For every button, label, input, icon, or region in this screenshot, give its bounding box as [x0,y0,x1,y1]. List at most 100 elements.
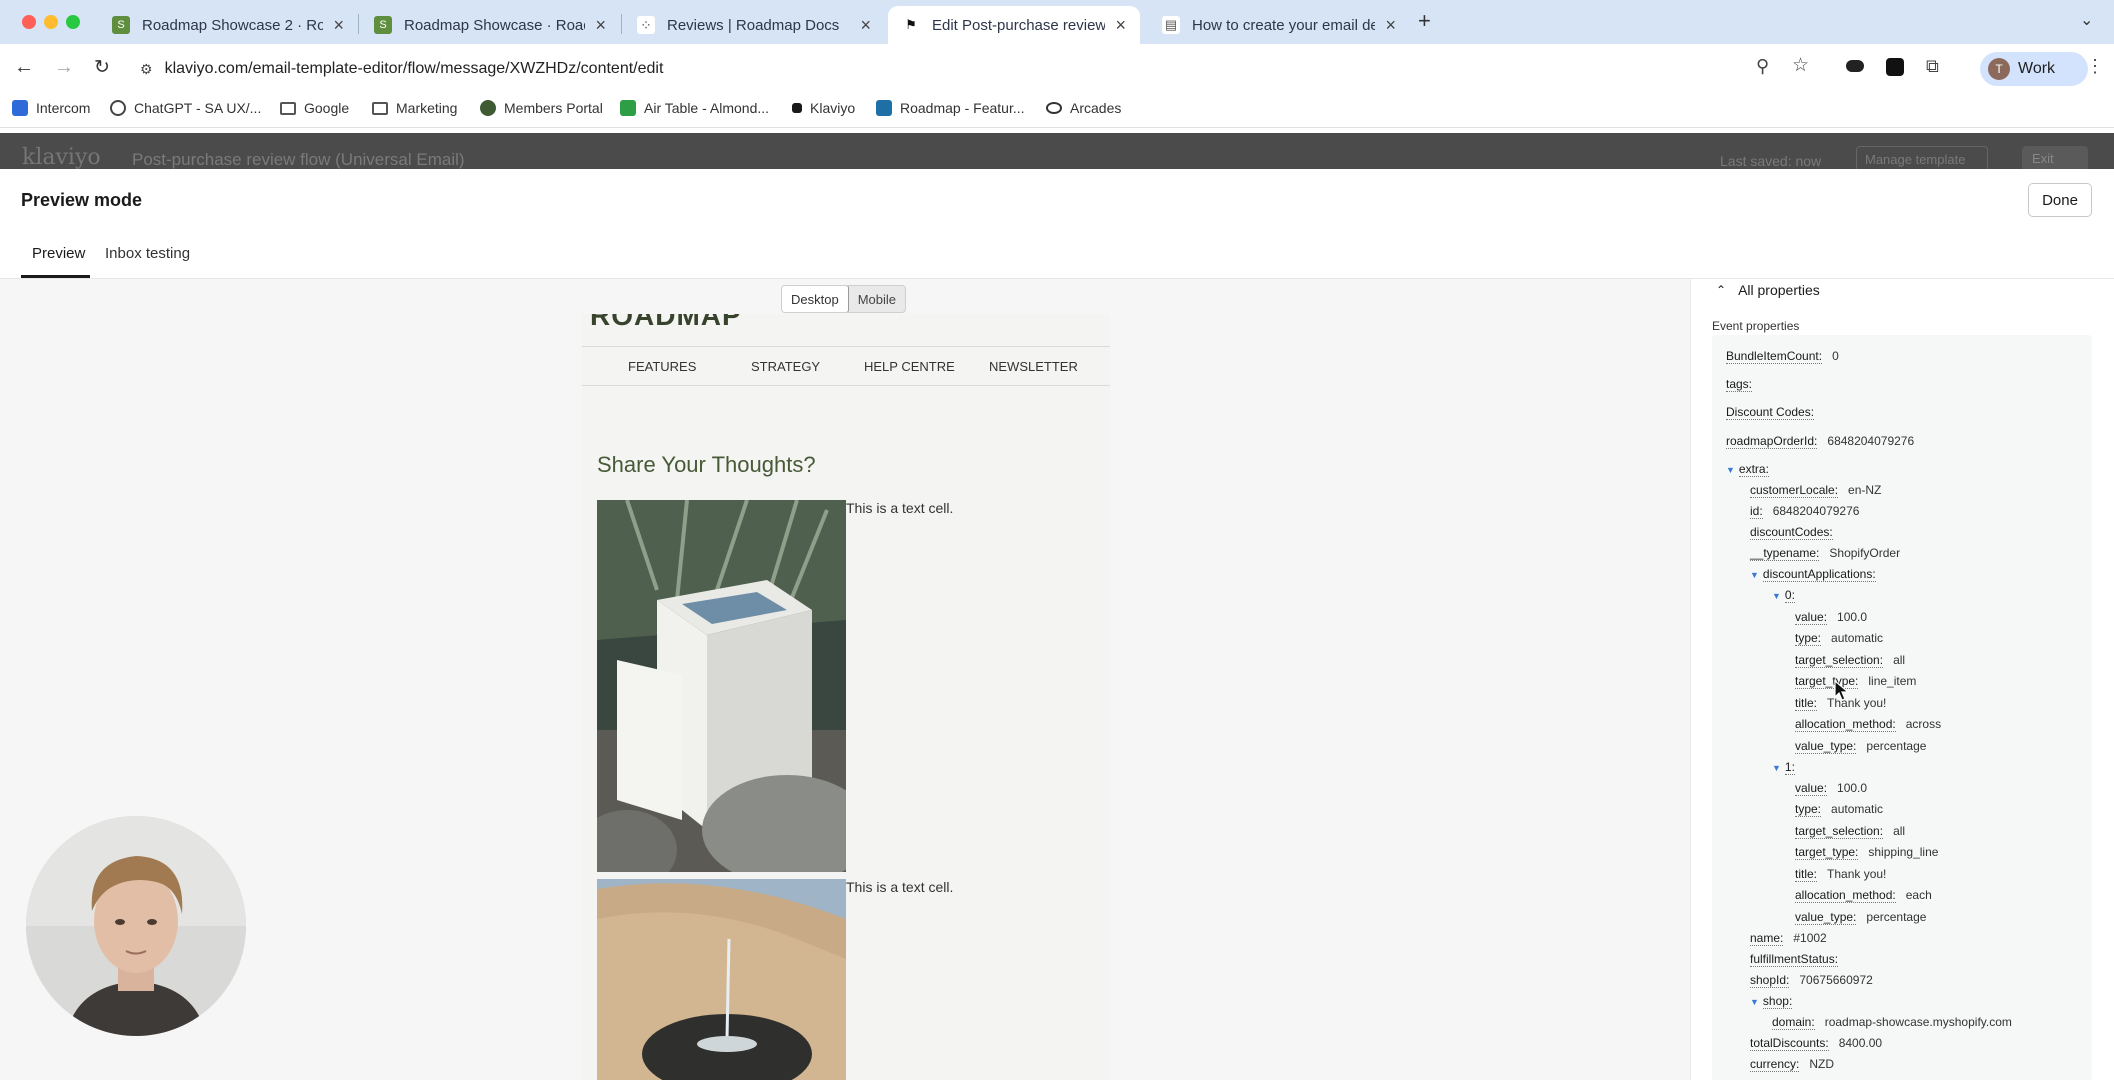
bookmark-label: Intercom [36,100,91,116]
browser-tab-strip: S Roadmap Showcase 2 · Road × S Roadmap … [0,0,2114,44]
airtable-icon [620,100,636,116]
property-value: automatic [1831,631,1884,645]
browser-tab[interactable]: S Roadmap Showcase · Roadm × [360,6,620,44]
new-tab-button[interactable]: + [1418,8,1431,34]
close-tab-icon[interactable]: × [595,15,606,36]
property-group[interactable]: ▼ 1: [1772,760,1805,775]
close-tab-icon[interactable]: × [1385,15,1396,36]
property-row: fulfillmentStatus: [1750,952,1848,967]
property-group[interactable]: ▼ extra: [1726,462,1779,477]
property-row: target_selection: all [1795,824,1905,839]
property-value: 8400.00 [1838,1036,1883,1050]
browser-tab-active[interactable]: ⚑ Edit Post-purchase review flo × [888,6,1140,44]
url-text: klaviyo.com/email-template-editor/flow/m… [164,60,664,77]
back-arrow-icon[interactable]: ← [14,56,34,79]
bookmark-item[interactable]: Arcades [1046,100,1121,116]
tab-search-chevron-icon[interactable]: ⌄ [2080,10,2093,30]
bookmark-label: Roadmap - Featur... [900,100,1025,116]
property-key: currency: [1750,1057,1800,1072]
mobile-toggle[interactable]: Mobile [849,286,905,312]
email-nav-link[interactable]: NEWSLETTER [989,359,1078,374]
email-nav-link[interactable]: STRATEGY [751,359,820,374]
bookmark-item[interactable]: ChatGPT - SA UX/... [110,100,261,116]
desktop-toggle[interactable]: Desktop [782,286,849,312]
close-window-button[interactable] [22,15,36,29]
property-row: discountCodes: [1750,525,1843,540]
properties-header: All properties [1738,282,1820,298]
bookmark-item[interactable]: Air Table - Almond... [620,100,769,116]
property-row: allocation_method: across [1795,717,1941,732]
property-value: 0 [1832,349,1839,363]
property-value: 100.0 [1837,610,1868,624]
bookmark-star-icon[interactable]: ☆ [1792,54,1809,77]
property-row: value: 100.0 [1795,610,1867,625]
product-image [597,500,846,872]
all-properties-toggle[interactable]: ⌃ All properties [1716,282,1820,298]
property-key: target_selection: [1795,824,1884,839]
reload-icon[interactable]: ↻ [94,56,110,79]
property-group[interactable]: ▼ discountApplications: [1750,567,1886,582]
browser-tab[interactable]: ▤ How to create your email des × [1148,6,1410,44]
property-key: value: [1795,610,1828,625]
bookmark-folder[interactable]: Marketing [372,100,457,116]
zoom-icon[interactable]: ⚲ [1756,56,1769,77]
forward-arrow-icon[interactable]: → [54,56,74,79]
done-button[interactable]: Done [2028,183,2092,217]
mouse-cursor-icon [1834,680,1850,701]
browser-menu-icon[interactable]: ⋮ [2086,56,2104,77]
property-value: percentage [1866,739,1927,753]
extension-icon[interactable] [1846,60,1864,72]
property-key: BundleItemCount: [1726,349,1823,364]
brand-logo: ROADMAP [590,314,742,331]
property-value: Thank you! [1827,867,1887,881]
tab-preview[interactable]: Preview [32,245,85,262]
property-group[interactable]: ▼ shop: [1750,994,1802,1009]
property-key: Discount Codes: [1726,405,1815,420]
property-value: roadmap-showcase.myshopify.com [1824,1015,2012,1029]
email-nav-link[interactable]: FEATURES [628,359,696,374]
flow-title: Post-purchase review flow (Universal Ema… [132,150,465,169]
property-key: shop: [1762,994,1793,1009]
property-row: roadmapOrderId: 6848204079276 [1726,434,1914,449]
property-row: shopId: 70675660972 [1750,973,1873,988]
property-row: target_selection: all [1795,653,1905,668]
email-headline: Share Your Thoughts? [597,452,816,477]
browser-tab[interactable]: ⁘ Reviews | Roadmap Docs × [623,6,885,44]
close-tab-icon[interactable]: × [1115,15,1126,36]
property-value: en-NZ [1848,483,1882,497]
property-value: 100.0 [1837,781,1868,795]
avatar: T [1988,58,2010,80]
bookmark-item[interactable]: Members Portal [480,100,603,116]
property-group[interactable]: ▼ 0: [1772,588,1805,603]
property-key: discountCodes: [1750,525,1833,540]
product-image [597,879,846,1080]
bookmark-folder[interactable]: Google [280,100,349,116]
bookmark-item[interactable]: Intercom [12,100,90,116]
bookmark-item[interactable]: Roadmap - Featur... [876,100,1025,116]
bookmark-label: Air Table - Almond... [644,100,770,116]
bookmark-item[interactable]: Klaviyo [792,100,855,116]
close-tab-icon[interactable]: × [860,15,871,36]
property-key: target_selection: [1795,653,1884,668]
browser-tab[interactable]: S Roadmap Showcase 2 · Road × [98,6,358,44]
email-body: ROADMAP FEATURES STRATEGY HELP CENTRE NE… [582,314,1110,1080]
tab-title: Roadmap Showcase · Roadm [404,16,586,34]
property-value: across [1905,717,1942,731]
extension-pen-icon[interactable] [1886,58,1904,76]
property-key: allocation_method: [1795,717,1896,732]
property-row: BundleItemCount: 0 [1726,349,1839,364]
email-nav-link[interactable]: HELP CENTRE [864,359,955,374]
folder-icon [280,101,296,115]
property-key: customerLocale: [1750,483,1839,498]
property-key: target_type: [1795,845,1859,860]
profile-button[interactable]: T Work [1980,52,2088,86]
zoom-window-button[interactable] [66,15,80,29]
tab-inbox-testing[interactable]: Inbox testing [105,245,190,262]
site-settings-icon[interactable]: ⚙ [140,61,153,78]
property-value: NZD [1809,1057,1835,1071]
minimize-window-button[interactable] [44,15,58,29]
address-bar[interactable]: ⚙ klaviyo.com/email-template-editor/flow… [140,53,1780,85]
bookmark-label: Google [304,100,350,116]
extensions-puzzle-icon[interactable]: ⧉ [1926,56,1939,77]
close-tab-icon[interactable]: × [333,15,344,36]
